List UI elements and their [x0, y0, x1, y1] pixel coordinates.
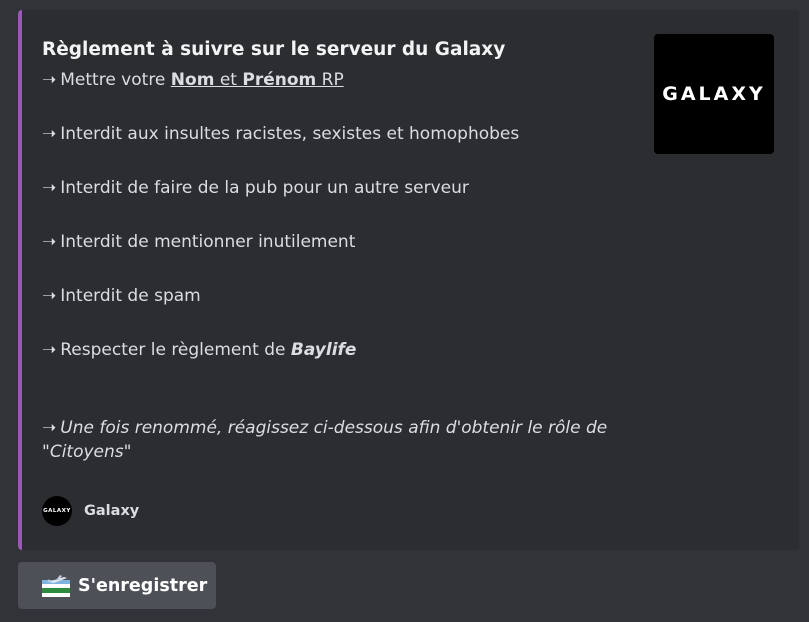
arrow-icon: ➝ — [42, 178, 57, 198]
rule-text: Interdit de faire de la pub pour un autr… — [60, 178, 469, 198]
rule-insults: ➝ Interdit aux insultes racistes, sexiste… — [42, 122, 632, 146]
arrow-icon: ➝ — [42, 124, 57, 144]
rule-text: Mettre votre — [60, 70, 171, 90]
register-button-label: S'enregistrer — [78, 575, 208, 596]
galaxy-logo-text: GALAXY — [662, 83, 766, 105]
embed-body: Règlement à suivre sur le serveur du Gal… — [42, 38, 632, 464]
embed-title: Règlement à suivre sur le serveur du Gal… — [42, 39, 506, 60]
rename-instruction: ➝ Une fois renommé, réagissez ci-dessous … — [42, 416, 632, 464]
rule-mentions: ➝ Interdit de mentionner inutilement — [42, 230, 632, 254]
embed-footer: GALAXY Galaxy — [42, 496, 139, 526]
arrow-icon: ➝ — [42, 232, 57, 252]
airplane-flag-emoji-icon — [42, 574, 70, 597]
rp-text: RP — [316, 70, 344, 90]
rule-text: Interdit aux insultes racistes, sexistes… — [60, 124, 520, 144]
arrow-icon: ➝ — [42, 70, 57, 90]
nom-text: Nom — [170, 70, 215, 90]
baylife-text: Baylife — [290, 340, 357, 360]
arrow-icon: ➝ — [42, 340, 57, 360]
rule-name-rp: ➝ Mettre votre Nom et Prénom RP — [42, 68, 632, 92]
avatar-logo-text: GALAXY — [43, 508, 71, 514]
rule-text: Interdit de spam — [60, 286, 201, 306]
previous-message-fragment — [18, 0, 138, 4]
rules-embed: Règlement à suivre sur le serveur du Gal… — [18, 10, 799, 550]
galaxy-thumbnail[interactable]: GALAXY — [654, 34, 774, 154]
footer-avatar: GALAXY — [42, 496, 72, 526]
rule-baylife: ➝ Respecter le règlement de Baylife — [42, 338, 632, 362]
rule-advertising: ➝ Interdit de faire de la pub pour un aut… — [42, 176, 632, 200]
footer-name: Galaxy — [84, 503, 140, 519]
et-text: et — [214, 70, 243, 90]
prenom-text: Prénom — [242, 70, 317, 90]
instruction-text: Une fois renommé, réagissez ci-dessous a… — [42, 418, 608, 462]
embed-description: ➝ Mettre votre Nom et Prénom RP ➝ Interdit… — [42, 68, 632, 464]
rule-text: Respecter le règlement de — [60, 340, 291, 360]
rule-text: Interdit de mentionner inutilement — [60, 232, 356, 252]
arrow-icon: ➝ — [42, 418, 57, 438]
rule-spam: ➝ Interdit de spam — [42, 284, 632, 308]
arrow-icon: ➝ — [42, 286, 57, 306]
register-button[interactable]: S'enregistrer — [18, 562, 216, 609]
